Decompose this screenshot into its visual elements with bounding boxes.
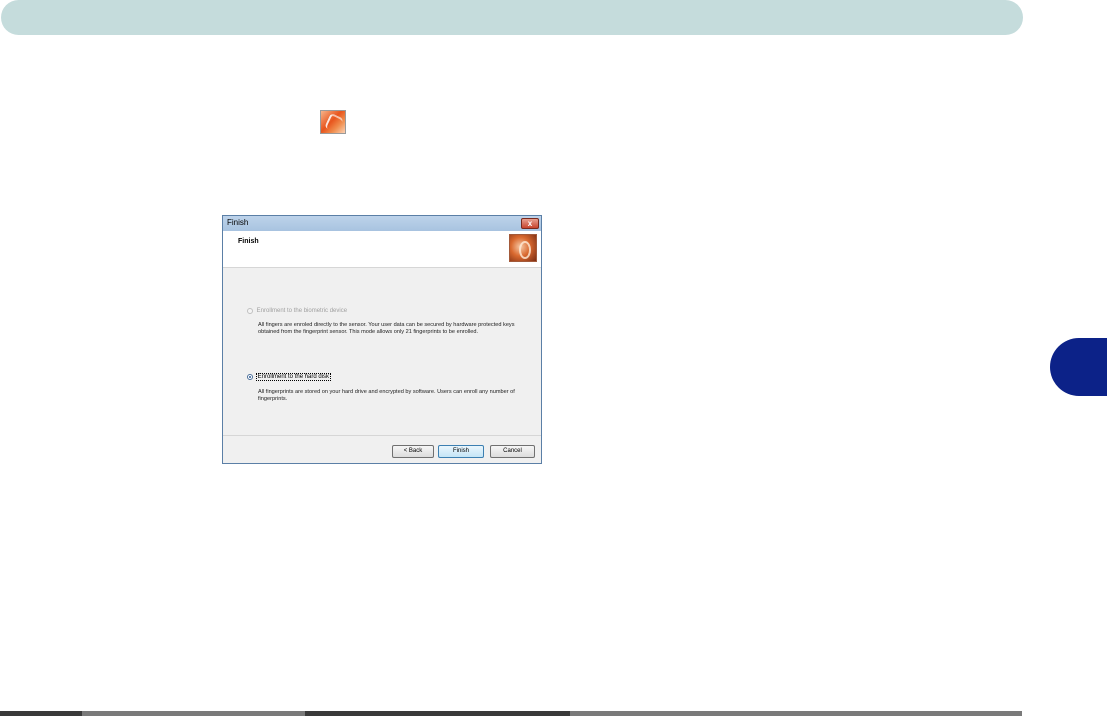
dialog-title: Finish <box>227 218 249 227</box>
option-hard-disk[interactable]: Enrollment to the hard disk <box>247 373 332 381</box>
option-hard-disk-description: All fingerprints are stored on your hard… <box>258 389 515 403</box>
radio-hard-disk[interactable] <box>247 374 253 380</box>
fingerprint-banner-icon <box>509 234 537 262</box>
finish-dialog: Finish x Finish Enrollment to the biomet… <box>222 215 542 464</box>
close-icon: x <box>527 219 533 228</box>
cancel-button[interactable]: Cancel <box>490 445 535 458</box>
close-button[interactable]: x <box>521 218 539 229</box>
page-header-bar <box>1 0 1023 35</box>
option-hard-disk-label: Enrollment to the hard disk <box>255 373 332 381</box>
radio-biometric-device[interactable] <box>247 308 253 314</box>
dialog-content: Enrollment to the biometric device All f… <box>223 268 541 436</box>
option-biometric-device-label: Enrollment to the biometric device <box>256 308 348 314</box>
back-button[interactable]: < Back <box>392 445 434 458</box>
option-biometric-device[interactable]: Enrollment to the biometric device <box>247 308 347 315</box>
dialog-heading: Finish <box>238 238 259 245</box>
dialog-titlebar: Finish x <box>223 216 541 231</box>
finish-button[interactable]: Finish <box>438 445 484 458</box>
fingerprint-app-icon <box>320 110 346 134</box>
dialog-header-panel: Finish <box>223 231 541 268</box>
page-footer-line <box>0 711 1022 716</box>
option-biometric-device-description: All fingers are enroled directly to the … <box>258 322 515 336</box>
dialog-footer-separator <box>223 435 541 436</box>
chapter-tab <box>1050 338 1107 396</box>
